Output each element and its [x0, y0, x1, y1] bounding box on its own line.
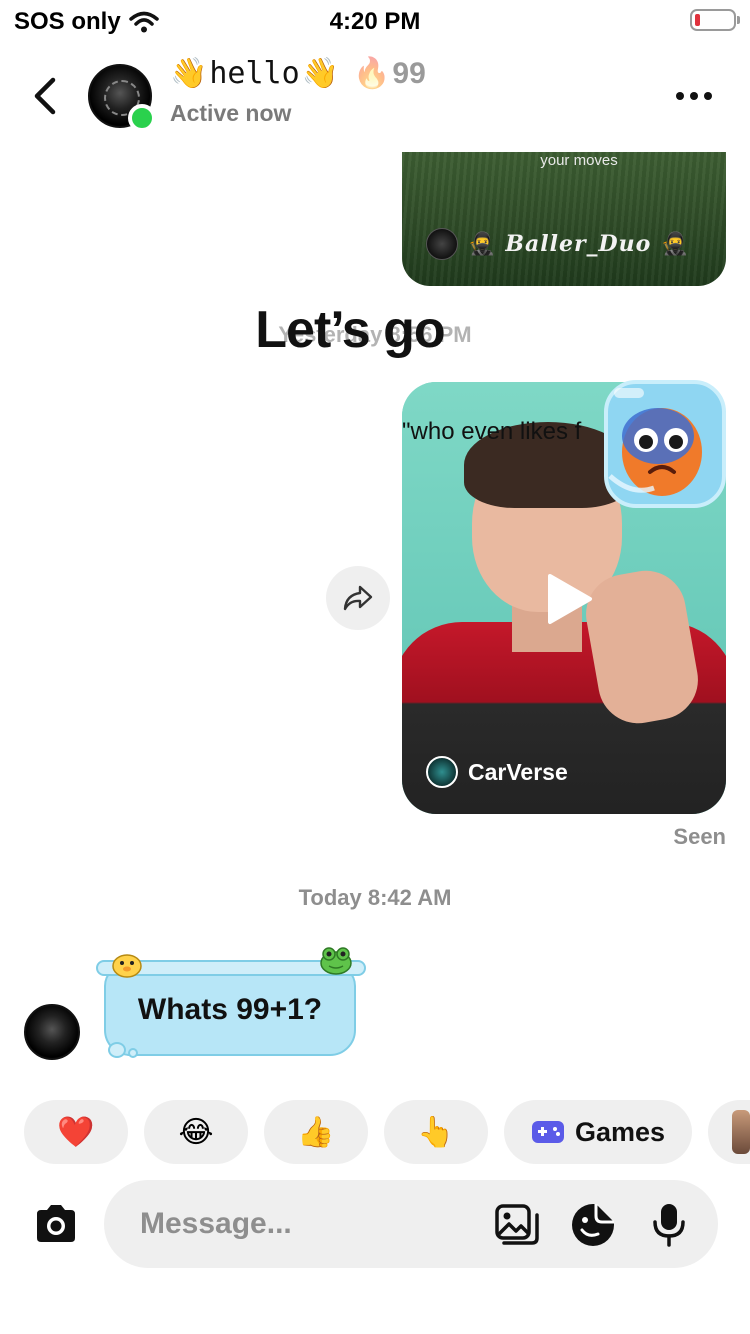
wave-emoji-right: 👋 — [301, 56, 340, 91]
status-bar: SOS only 4:20 PM — [0, 0, 750, 40]
reel-caption-start: "who even likes f — [402, 418, 582, 445]
battery-icon — [690, 9, 740, 31]
reaction-chip-avatar[interactable] — [708, 1100, 750, 1164]
author-name: Baller_Duo — [505, 231, 652, 257]
message-text: Whats 99+1? — [137, 993, 323, 1026]
camera-icon — [37, 1205, 75, 1242]
reel-author-avatar — [426, 756, 458, 788]
reaction-chip-heart[interactable]: ❤️ — [24, 1100, 128, 1164]
sender-avatar[interactable] — [24, 1004, 80, 1060]
shared-post-caption: your moves — [540, 152, 618, 169]
ninja-emoji: 🥷 — [661, 231, 689, 257]
online-indicator — [128, 104, 156, 132]
laughing-face-icon: 😂 — [178, 1114, 214, 1150]
quick-reactions-bar: ❤️ 😂 👍 👆 Games — [0, 1100, 750, 1164]
duck-icon — [112, 954, 142, 978]
message-composer — [104, 1180, 718, 1268]
wave-emoji-left: 👋 — [170, 56, 208, 91]
microphone-icon — [653, 1204, 685, 1247]
contact-name: hello — [209, 56, 300, 91]
chat-header: 👋 hello 👋 🔥 99 Active now — [0, 48, 750, 144]
sticker-icon — [572, 1204, 614, 1246]
timestamp-today: Today 8:42 AM — [298, 885, 452, 910]
contact-avatar[interactable] — [88, 64, 156, 132]
more-options-button[interactable] — [670, 78, 718, 114]
ninja-emoji: 🥷 — [468, 231, 496, 257]
overlay-text: Let’s go — [255, 301, 445, 359]
streak-count: 99 — [392, 56, 426, 90]
pointing-up-icon: 👆 — [417, 1114, 455, 1150]
streak-badge: 🔥 99 — [353, 56, 426, 91]
shared-post-card[interactable]: your moves 🥷 Baller_Duo 🥷 — [402, 152, 726, 286]
frog-icon — [320, 947, 352, 975]
incoming-message[interactable]: Whats 99+1? — [96, 944, 370, 1062]
games-button[interactable]: Games — [504, 1100, 692, 1164]
microphone-button[interactable] — [646, 1202, 692, 1248]
share-arrow-icon — [343, 585, 373, 611]
reel-author-name: CarVerse — [468, 758, 568, 785]
chat-title[interactable]: 👋 hello 👋 🔥 99 — [170, 56, 426, 91]
gamepad-icon — [531, 1121, 564, 1143]
fire-icon: 🔥 — [353, 56, 391, 91]
dot-icon — [704, 92, 712, 100]
active-status: Active now — [170, 100, 292, 126]
shared-post-author: 🥷 Baller_Duo 🥷 — [426, 228, 689, 260]
forward-button[interactable] — [326, 566, 390, 630]
sticker-button[interactable] — [570, 1202, 616, 1248]
dot-icon — [676, 92, 684, 100]
person-sticker-icon — [732, 1110, 750, 1154]
gallery-icon — [495, 1204, 539, 1245]
gallery-button[interactable] — [494, 1202, 540, 1248]
reaction-chip-thumbs-up[interactable]: 👍 — [264, 1100, 368, 1164]
chevron-left-icon — [34, 77, 56, 115]
reaction-sticker[interactable] — [602, 376, 728, 510]
author-avatar — [426, 228, 458, 260]
reel-author: CarVerse — [426, 756, 568, 788]
reaction-chip-point-up[interactable]: 👆 — [384, 1100, 488, 1164]
clock: 4:20 PM — [329, 8, 421, 35]
dot-icon — [690, 92, 698, 100]
camera-button[interactable] — [32, 1200, 80, 1248]
thumbs-up-icon: 👍 — [297, 1114, 335, 1150]
games-label: Games — [574, 1116, 666, 1147]
heart-icon: ❤️ — [57, 1114, 95, 1150]
seen-label: Seen — [673, 824, 726, 849]
reaction-chip-laugh[interactable]: 😂 — [144, 1100, 248, 1164]
message-input[interactable] — [140, 1180, 480, 1268]
play-icon[interactable] — [540, 572, 594, 626]
back-button[interactable] — [22, 70, 66, 122]
